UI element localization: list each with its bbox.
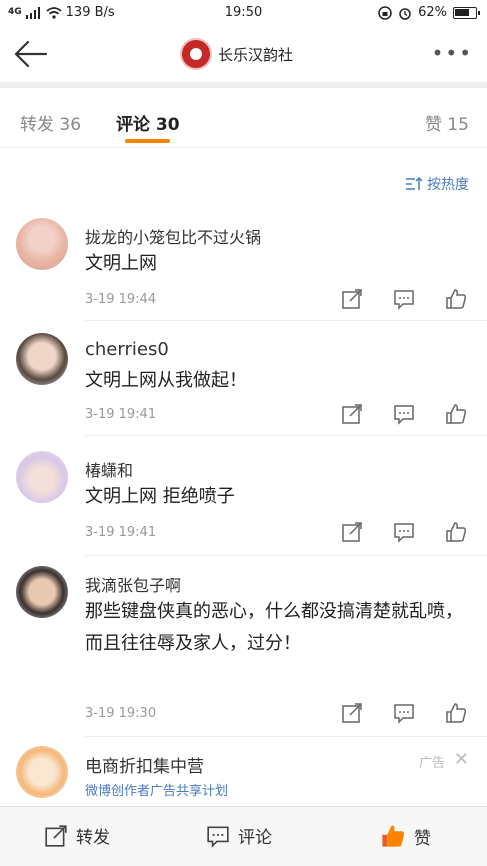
comment-username[interactable]: 拢龙的小笼包比不过火锅 — [85, 224, 261, 248]
alarm-icon — [399, 7, 411, 20]
close-icon[interactable]: ✕ — [454, 749, 469, 770]
avatar[interactable] — [16, 566, 68, 618]
more-menu-icon[interactable]: ••• — [432, 43, 473, 63]
like-icon[interactable] — [445, 288, 467, 310]
avatar[interactable] — [16, 333, 68, 385]
comment-icon — [207, 825, 229, 848]
comment-time: 3-19 19:44 — [85, 292, 157, 307]
comment-text: 那些键盘侠真的恶心，什么都没搞清楚就乱喷，而且往往辱及家人，过分！ — [85, 601, 463, 654]
account-logo-icon — [180, 38, 212, 70]
avatar[interactable] — [16, 218, 68, 270]
comment-button[interactable]: 评论 — [206, 823, 272, 848]
comment-time: 3-19 19:41 — [85, 407, 157, 422]
tab-likes[interactable]: 赞 15 — [425, 110, 469, 135]
like-button[interactable]: 赞 — [380, 823, 431, 849]
reply-icon[interactable] — [393, 288, 415, 310]
like-icon[interactable] — [445, 403, 467, 425]
like-icon[interactable] — [445, 702, 467, 724]
tab-active-indicator — [125, 139, 170, 143]
nav-title[interactable]: 长乐汉韵社 — [180, 38, 293, 70]
ad-subtitle: 微博创作者广告共享计划 — [85, 784, 229, 799]
divider — [85, 435, 487, 436]
sort-icon — [406, 177, 423, 190]
avatar[interactable] — [16, 746, 68, 798]
back-arrow-icon[interactable] — [12, 38, 48, 70]
avatar[interactable] — [16, 451, 68, 503]
share-icon[interactable] — [341, 288, 363, 310]
tab-bar: 转发 36 评论 30 赞 15 — [0, 88, 487, 148]
comment-text: 文明上网 — [85, 253, 157, 274]
lock-rotation-icon — [378, 5, 392, 20]
comment-text: 文明上网 拒绝喷子 — [85, 486, 235, 507]
battery-icon — [453, 6, 480, 19]
comment-username[interactable]: 椿蟏和 — [85, 457, 133, 481]
repost-icon — [45, 824, 67, 847]
battery-percent: 62% — [418, 5, 447, 20]
status-bar: 4G 139 B/s 19:50 62% — [0, 0, 487, 26]
divider — [85, 555, 487, 556]
reply-icon[interactable] — [393, 403, 415, 425]
sort-by-popularity-button[interactable]: 按热度 — [405, 174, 469, 194]
share-icon[interactable] — [341, 702, 363, 724]
reply-icon[interactable] — [393, 702, 415, 724]
comment-username[interactable]: cherries0 — [85, 339, 169, 360]
divider — [85, 736, 487, 737]
repost-button[interactable]: 转发 — [44, 823, 110, 848]
thumbs-up-icon — [382, 825, 405, 847]
comment-text: 文明上网从我做起！ — [85, 370, 247, 391]
ad-name[interactable]: 电商折扣集中营 — [85, 752, 204, 777]
bottom-action-bar: 转发 评论 赞 — [0, 806, 487, 866]
share-icon[interactable] — [341, 403, 363, 425]
like-icon[interactable] — [445, 521, 467, 543]
comment-username[interactable]: 我滴张包子啊 — [85, 572, 181, 596]
comment-time: 3-19 19:41 — [85, 525, 157, 540]
share-icon[interactable] — [341, 521, 363, 543]
divider — [85, 320, 487, 321]
comment-time: 3-19 19:30 — [85, 706, 157, 721]
tab-repost[interactable]: 转发 36 — [20, 110, 81, 135]
tab-comments[interactable]: 评论 30 — [116, 110, 180, 135]
ad-label: 广告 — [418, 756, 445, 771]
reply-icon[interactable] — [393, 521, 415, 543]
account-name: 长乐汉韵社 — [218, 45, 294, 64]
nav-bar: 长乐汉韵社 ••• — [0, 26, 487, 82]
